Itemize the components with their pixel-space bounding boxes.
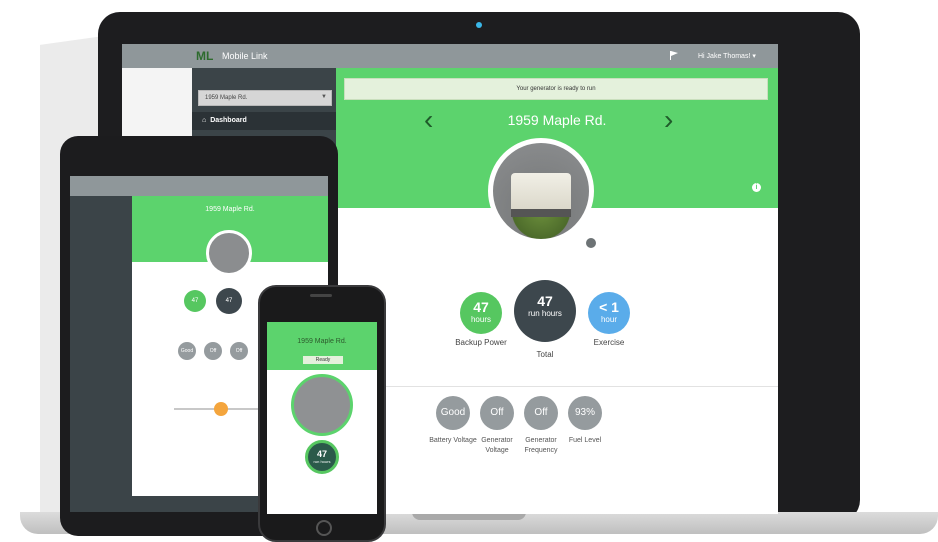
stat-value: 47 xyxy=(473,299,489,315)
stat-label: Total xyxy=(536,350,554,359)
location-select[interactable]: 1959 Maple Rd. ▼ xyxy=(198,90,332,106)
metric-label: Generator Voltage xyxy=(481,437,513,454)
generator-image xyxy=(511,173,571,213)
home-icon: ⌂ xyxy=(202,117,207,124)
main-content: Your generator is ready to run ‹ 1959 Ma… xyxy=(336,68,778,514)
fuel-level-metric: 93% xyxy=(568,396,602,430)
next-location-arrow-icon[interactable]: › xyxy=(664,104,673,136)
location-select-value: 1959 Maple Rd. xyxy=(205,95,248,101)
stat-value: 47 xyxy=(537,293,553,309)
info-icon[interactable]: i xyxy=(752,183,761,192)
phone-stat-unit: run hours xyxy=(313,459,331,464)
metric-label: Generator Frequency xyxy=(524,437,558,454)
tablet-generator-photo xyxy=(206,230,252,276)
user-menu[interactable]: Hi Jake Thomas! ▾ xyxy=(698,52,756,60)
total-run-hours-stat: 47 run hours xyxy=(514,280,576,342)
metric-label: Fuel Level xyxy=(568,437,602,444)
tablet-sidebar xyxy=(70,196,132,512)
tablet-battery-metric: Good xyxy=(178,342,196,360)
tablet-maintenance-marker[interactable] xyxy=(214,402,228,416)
phone-status-badge: Ready xyxy=(303,356,343,364)
backup-power-stat: 47 hours xyxy=(460,292,502,334)
sidebar-item-dashboard[interactable]: ⌂ Dashboard xyxy=(192,112,336,130)
exercise-stat: < 1 hour xyxy=(588,292,630,334)
phone-screen: 1959 Maple Rd. Ready 47 run hours xyxy=(267,322,377,514)
phone-run-hours-stat: 47 run hours xyxy=(305,440,339,474)
tablet-total-stat: 47 xyxy=(216,288,242,314)
tablet-backup-stat: 47 xyxy=(184,290,206,312)
phone-location-title: 1959 Maple Rd. xyxy=(297,338,347,345)
top-bar: ML Mobile Link Hi Jake Thomas! ▾ xyxy=(122,44,778,68)
stat-unit: hour xyxy=(600,315,617,324)
brand-name: Mobile Link xyxy=(222,51,268,61)
phone-generator-photo xyxy=(291,374,353,436)
chevron-down-icon: ▼ xyxy=(321,94,327,100)
stat-label: Backup Power xyxy=(455,338,507,347)
stat-value: < 1 xyxy=(599,299,619,315)
stat-unit: run hours xyxy=(528,309,562,318)
phone-speaker xyxy=(310,294,332,297)
generator-base xyxy=(511,209,571,217)
phone-stat-value: 47 xyxy=(316,449,327,459)
generator-frequency-metric: Off xyxy=(524,396,558,430)
stat-label: Exercise xyxy=(593,338,625,347)
tablet-top-bar xyxy=(70,176,328,196)
notification-flag-icon[interactable] xyxy=(670,51,678,60)
location-title: 1959 Maple Rd. xyxy=(507,112,607,128)
tablet-voltage-metric: Off xyxy=(204,342,222,360)
status-banner: Your generator is ready to run xyxy=(344,78,768,100)
phone-home-button[interactable] xyxy=(316,520,332,536)
generator-voltage-metric: Off xyxy=(480,396,514,430)
section-divider xyxy=(336,386,778,387)
battery-voltage-metric: Good xyxy=(436,396,470,430)
laptop-camera xyxy=(476,22,482,28)
camera-icon[interactable] xyxy=(584,236,598,250)
device-showcase: ML Mobile Link Hi Jake Thomas! ▾ 1959 Ma… xyxy=(0,0,938,542)
sidebar-item-label: Dashboard xyxy=(210,117,247,124)
tablet-location-title: 1959 Maple Rd. xyxy=(205,206,255,213)
brand-logo[interactable]: ML xyxy=(196,49,213,63)
stat-unit: hours xyxy=(470,315,491,324)
metric-label: Battery Voltage xyxy=(429,437,477,444)
generator-photo xyxy=(488,138,594,244)
tablet-frequency-metric: Off xyxy=(230,342,248,360)
